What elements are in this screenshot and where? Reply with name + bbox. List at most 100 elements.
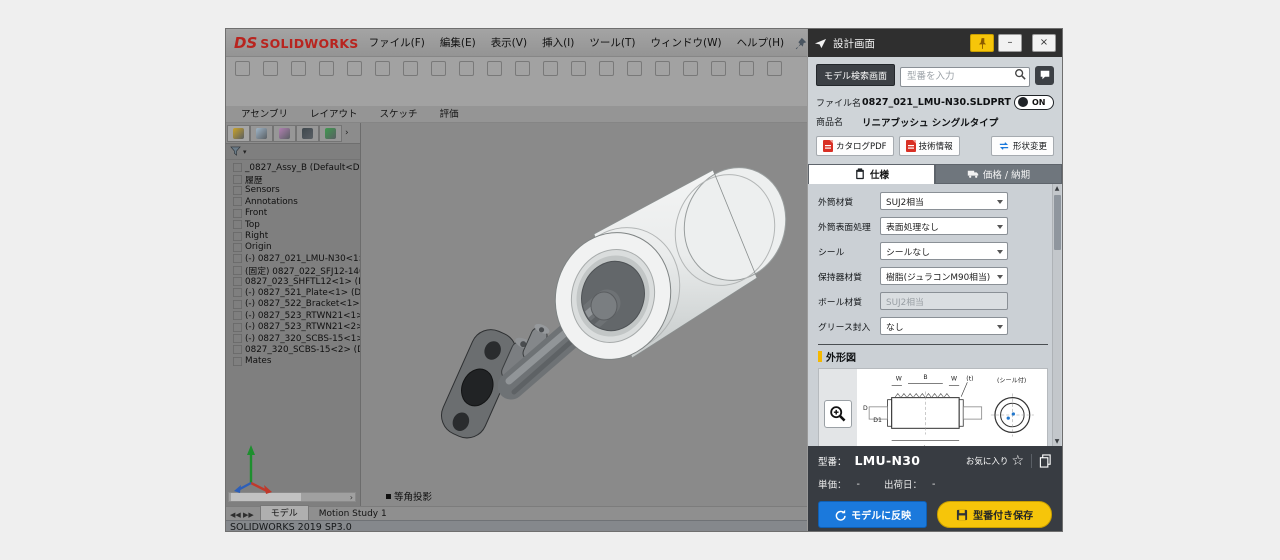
3d-model[interactable] (361, 123, 809, 506)
menu-item[interactable]: 編集(E) (440, 35, 476, 50)
spec-field-select[interactable]: 樹脂(ジュラコンM90相当) (880, 267, 1008, 285)
ribbon-button[interactable] (592, 59, 620, 105)
tree-item[interactable]: Right (226, 230, 360, 241)
tree-item[interactable]: Origin (226, 242, 360, 253)
ribbon-button[interactable] (396, 59, 424, 105)
panel-tab[interactable]: 仕様 (808, 164, 935, 184)
ribbon-button[interactable] (760, 59, 788, 105)
sync-toggle[interactable]: ON (1014, 95, 1054, 110)
shape-change-button[interactable]: 形状変更 (991, 136, 1054, 156)
scrollbar-right-arrow[interactable]: › (350, 493, 355, 502)
headsup-button[interactable]: ▾ (665, 127, 679, 141)
ribbon-button[interactable] (480, 59, 508, 105)
ribbon-button[interactable] (368, 59, 396, 105)
commandmanager-tab[interactable]: レイアウト (299, 105, 369, 122)
ribbon-button[interactable] (536, 59, 564, 105)
tree-item[interactable]: _0827_Assy_B (Default<Default_Displa (226, 162, 360, 173)
ribbon-button[interactable] (620, 59, 648, 105)
drawing-zoom-button[interactable] (824, 400, 852, 428)
tree-item[interactable]: 0827_023_SHFTL12<1> (Default<D (226, 276, 360, 287)
ribbon-button[interactable] (312, 59, 340, 105)
tree-item[interactable]: (-) 0827_021_LMU-N30<1> (Defau (226, 253, 360, 264)
headsup-button[interactable]: ▾ (683, 127, 697, 141)
tree-item[interactable]: Front (226, 208, 360, 219)
tree-item[interactable]: (-) 0827_522_Bracket<1> (Default) (226, 299, 360, 310)
menu-item[interactable]: ウィンドウ(W) (650, 35, 721, 50)
menu-item[interactable]: ツール(T) (589, 35, 635, 50)
featuremanager-tab[interactable] (319, 125, 342, 142)
document-tab[interactable]: Motion Study 1 (309, 509, 397, 520)
tree-item[interactable]: Top (226, 219, 360, 230)
spec-field-select[interactable]: SUJ2相当 (880, 292, 1008, 310)
scroll-up-arrow[interactable]: ▲ (1055, 184, 1060, 193)
headsup-button[interactable]: ▾ (629, 127, 643, 141)
pdf-document-button[interactable]: カタログPDF (816, 136, 894, 156)
filter-caret-icon[interactable]: ▾ (243, 148, 247, 156)
menu-item[interactable]: 表示(V) (491, 35, 527, 50)
ribbon-button[interactable] (564, 59, 592, 105)
ribbon-button[interactable] (676, 59, 704, 105)
tree-item[interactable]: 履歴 (226, 173, 360, 184)
save-with-part-number-button[interactable]: 型番付き保存 (937, 501, 1052, 528)
search-input[interactable] (900, 67, 1030, 87)
headsup-button[interactable]: ▾ (611, 127, 625, 141)
featuremanager-tab[interactable] (296, 125, 319, 142)
panel-tab[interactable]: 価格 / 納期 (935, 164, 1062, 184)
tree-item[interactable]: 0827_320_SCBS-15<2> (Default) (226, 344, 360, 355)
commandmanager-tab[interactable]: アセンブリ (230, 105, 299, 122)
tree-item[interactable]: Annotations (226, 196, 360, 207)
minimize-button[interactable]: – (998, 34, 1022, 52)
star-icon[interactable]: ☆ (1011, 454, 1024, 468)
ribbon-button[interactable] (228, 59, 256, 105)
pdf-document-button[interactable]: 技術情報 (899, 136, 960, 156)
favorite-control[interactable]: お気に入り ☆ (966, 454, 1024, 468)
spec-field-select[interactable]: シールなし (880, 242, 1008, 260)
apply-to-model-button[interactable]: モデルに反映 (818, 501, 927, 528)
spec-field-select[interactable]: 表面処理なし (880, 217, 1008, 235)
filter-funnel-icon[interactable] (230, 146, 241, 157)
headsup-button[interactable]: ▾ (773, 127, 787, 141)
tree-item[interactable]: (-) 0827_523_RTWN21<2> (Defaul (226, 321, 360, 332)
ribbon-button[interactable] (424, 59, 452, 105)
headsup-button[interactable]: ▾ (755, 127, 769, 141)
feedback-button[interactable] (1035, 66, 1054, 85)
ribbon-button[interactable] (508, 59, 536, 105)
document-tab[interactable]: モデル (260, 505, 309, 520)
featuremanager-tab[interactable] (250, 125, 273, 142)
spec-field-select[interactable]: なし (880, 317, 1008, 335)
ribbon-button[interactable] (704, 59, 732, 105)
model-search-button[interactable]: モデル検索画面 (816, 64, 895, 86)
ribbon-button[interactable] (284, 59, 312, 105)
scroll-down-arrow[interactable]: ▼ (1055, 437, 1060, 446)
ribbon-button[interactable] (340, 59, 368, 105)
menu-item[interactable]: ヘルプ(H) (737, 35, 785, 50)
commandmanager-tab[interactable]: スケッチ (369, 105, 429, 122)
commandmanager-tab[interactable]: 評価 (429, 105, 470, 122)
close-button[interactable]: × (1032, 34, 1056, 52)
headsup-button[interactable]: ▾ (719, 127, 733, 141)
spec-field-select[interactable]: SUJ2相当 (880, 192, 1008, 210)
tree-item[interactable]: (-) 0827_521_Plate<1> (Default) (226, 287, 360, 298)
headsup-button[interactable]: ▾ (701, 127, 715, 141)
search-icon[interactable] (1014, 68, 1026, 80)
copy-icon[interactable] (1039, 454, 1052, 468)
headsup-button[interactable]: ▾ (647, 127, 661, 141)
headsup-button[interactable]: ▾ (737, 127, 751, 141)
tab-nav-arrows[interactable]: ◀◀ ▶▶ (226, 511, 260, 520)
tree-item[interactable]: (-) 0827_523_RTWN21<1> (Defaul (226, 310, 360, 321)
panel-scrollbar[interactable]: ▲ ▼ (1052, 184, 1061, 447)
menu-item[interactable]: 挿入(I) (542, 35, 574, 50)
tree-item[interactable]: (-) 0827_320_SCBS-15<1> (Default (226, 333, 360, 344)
ribbon-button[interactable] (732, 59, 760, 105)
featuremanager-tab[interactable] (273, 125, 296, 142)
tree-item[interactable]: Mates (226, 356, 360, 367)
featuremanager-tab[interactable] (227, 125, 250, 142)
ribbon-button[interactable] (256, 59, 284, 105)
ribbon-button[interactable] (452, 59, 480, 105)
ribbon-button[interactable] (648, 59, 676, 105)
tree-item[interactable]: (固定) 0827_022_SFJ12-140<1> (D (226, 265, 360, 276)
pin-button[interactable] (970, 34, 994, 52)
menu-item[interactable]: ファイル(F) (369, 35, 425, 50)
scrollbar-thumb[interactable] (1054, 195, 1061, 250)
featuremanager-expand-icon[interactable]: › (345, 128, 349, 138)
